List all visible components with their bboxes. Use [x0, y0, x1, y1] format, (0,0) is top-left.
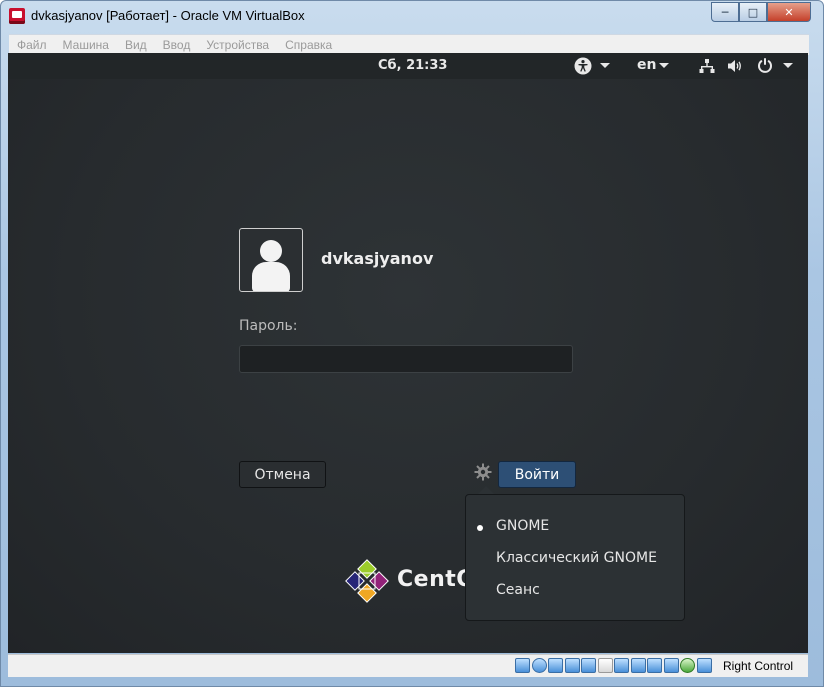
accessibility-icon[interactable] — [574, 57, 592, 75]
title-bar[interactable]: dvkasjyanov [Работает] - Oracle VM Virtu… — [1, 1, 823, 30]
host-key-label: Right Control — [723, 659, 794, 673]
cancel-button[interactable]: Отмена — [239, 461, 326, 488]
avatar-body-shape — [252, 262, 290, 291]
vm-status-bar: Right Control — [8, 654, 808, 677]
video-capture-icon[interactable] — [630, 658, 646, 673]
centos-logo-mark-icon — [345, 559, 389, 603]
accessibility-menu-chevron-icon[interactable] — [600, 63, 610, 68]
device-icons — [515, 658, 713, 673]
mouse-integration-icon[interactable] — [680, 658, 695, 673]
close-button[interactable]: ✕ — [767, 2, 811, 22]
network-adapter-icon[interactable] — [564, 658, 580, 673]
password-label: Пароль: — [239, 318, 298, 334]
avatar-head-shape — [260, 240, 282, 262]
login-button[interactable]: Войти — [498, 461, 576, 488]
system-menu-chevron-icon[interactable] — [783, 63, 793, 68]
network-icon[interactable] — [699, 58, 715, 74]
optical-drive-icon[interactable] — [531, 658, 547, 673]
virtualbox-app-icon — [9, 8, 25, 24]
minimize-button[interactable]: ─ — [711, 2, 739, 22]
session-option-session[interactable]: Сеанс — [496, 582, 540, 598]
menu-help[interactable]: Справка — [285, 38, 332, 52]
volume-icon[interactable] — [727, 59, 743, 73]
usb-icon[interactable] — [581, 658, 596, 673]
menu-input[interactable]: Ввод — [163, 38, 191, 52]
virtualization-icon[interactable] — [663, 658, 679, 673]
user-avatar — [239, 228, 303, 292]
menu-view[interactable]: Вид — [125, 38, 147, 52]
maximize-button[interactable]: □ — [739, 2, 767, 22]
clock[interactable]: Сб, 21:33 — [378, 58, 447, 73]
selected-session-indicator-icon — [477, 525, 483, 531]
audio-icon[interactable] — [548, 658, 563, 673]
window-title: dvkasjyanov [Работает] - Oracle VM Virtu… — [31, 8, 305, 23]
menu-devices[interactable]: Устройства — [206, 38, 269, 52]
language-indicator[interactable]: en — [637, 57, 656, 73]
session-option-gnome-classic[interactable]: Классический GNOME — [496, 550, 657, 566]
password-input[interactable] — [239, 345, 573, 373]
language-menu-chevron-icon[interactable] — [659, 63, 669, 68]
username-label: dvkasjyanov — [321, 249, 434, 268]
keyboard-capture-icon[interactable] — [696, 658, 712, 673]
gnome-top-bar: Сб, 21:33 en — [8, 53, 808, 79]
hard-disk-icon[interactable] — [515, 658, 530, 673]
menu-machine[interactable]: Машина — [63, 38, 109, 52]
display-icon[interactable] — [614, 658, 629, 673]
session-option-gnome[interactable]: GNOME — [496, 518, 549, 534]
window-controls: ─ □ ✕ — [711, 2, 811, 22]
menu-bar: Файл Машина Вид Ввод Устройства Справка — [9, 34, 809, 55]
vm-screen[interactable]: Сб, 21:33 en dvkasjyanov Пароль: Отмена … — [8, 53, 808, 653]
cpu-icon[interactable] — [647, 658, 662, 673]
menu-file[interactable]: Файл — [17, 38, 47, 52]
power-icon[interactable] — [757, 57, 773, 74]
session-menu: GNOME Классический GNOME Сеанс — [465, 494, 685, 621]
shared-folders-icon[interactable] — [597, 658, 613, 673]
session-gear-icon[interactable] — [474, 463, 492, 481]
